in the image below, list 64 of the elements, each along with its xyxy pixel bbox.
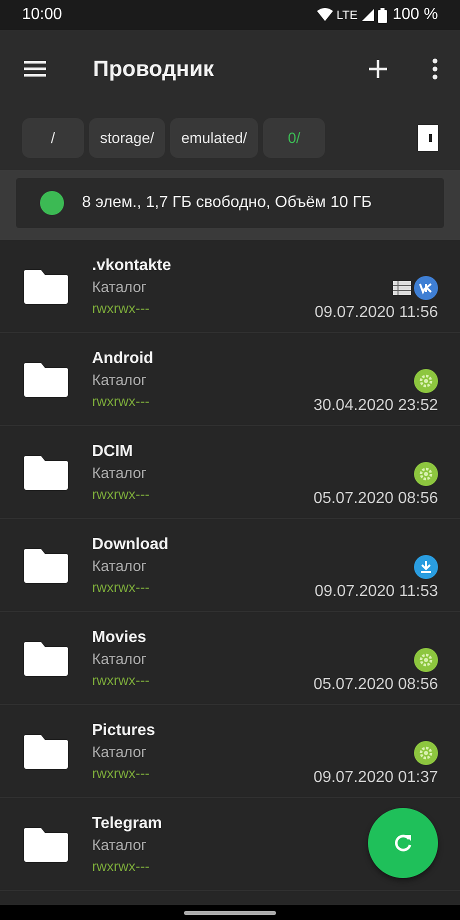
- path-chip[interactable]: storage/: [89, 118, 166, 158]
- permissions: rwxrwx---: [92, 300, 151, 316]
- folder-row[interactable]: Android Каталог rwxrwx--- 30.04.2020 23:52: [0, 333, 460, 426]
- wifi-icon: [316, 8, 332, 22]
- download-badge-icon: [414, 555, 438, 579]
- permissions: rwxrwx---: [92, 486, 150, 502]
- folder-name: Telegram: [92, 814, 162, 832]
- modified-date: 05.07.2020 08:56: [313, 490, 438, 508]
- modified-date: 09.07.2020 11:56: [314, 304, 438, 322]
- permissions: rwxrwx---: [92, 392, 151, 408]
- gear-badge-icon: [414, 462, 438, 486]
- path-chip[interactable]: 0/: [263, 118, 326, 158]
- modified-date: 09.07.2020 01:37: [313, 769, 438, 787]
- permissions: rwxrwx---: [92, 672, 150, 688]
- menu-icon[interactable]: [24, 60, 48, 78]
- clock-time: 10:00: [22, 6, 62, 24]
- vk-badge-icon: [414, 276, 438, 300]
- sd-card-icon[interactable]: [418, 125, 438, 151]
- folder-row[interactable]: Movies Каталог rwxrwx--- 05.07.2020 08:56: [0, 612, 460, 705]
- permissions: rwxrwx---: [92, 578, 151, 594]
- folder-icon: [24, 547, 68, 583]
- folder-name: .vkontakte: [92, 256, 172, 274]
- folder-row[interactable]: DCIM Каталог rwxrwx--- 05.07.2020 08:56: [0, 426, 460, 519]
- modified-date: 05.07.2020 08:56: [313, 676, 438, 694]
- home-handle[interactable]: [184, 910, 276, 914]
- folder-name: Movies: [92, 628, 148, 646]
- folder-name: Download: [92, 536, 168, 554]
- folder-icon: [24, 361, 68, 397]
- more-icon[interactable]: [432, 58, 438, 80]
- network-label: LTE: [336, 8, 358, 22]
- permissions: rwxrwx---: [92, 764, 151, 780]
- permissions: rwxrwx---: [92, 858, 151, 874]
- folder-type: Каталог: [92, 836, 148, 854]
- gear-badge-icon: [414, 369, 438, 393]
- path-chip[interactable]: emulated/: [170, 118, 258, 158]
- storage-summary: 8 элем., 1,7 ГБ свободно, Объём 10 ГБ: [82, 194, 372, 212]
- folder-row[interactable]: Pictures Каталог rwxrwx--- 09.07.2020 01:37: [0, 705, 460, 798]
- folder-row[interactable]: Download Каталог rwxrwx--- 09.07.2020 11:53: [0, 519, 460, 612]
- folder-icon: [24, 640, 68, 676]
- app-title: Проводник: [93, 56, 215, 82]
- folder-row[interactable]: .vkontakte Каталог rwxrwx--- 09.07.2020 11:56: [0, 240, 460, 333]
- signal-icon: [362, 9, 374, 21]
- folder-type: Каталог: [92, 278, 148, 296]
- list-icon: [393, 281, 411, 295]
- battery-percent: 100 %: [392, 6, 438, 24]
- path-chip[interactable]: /: [22, 118, 84, 158]
- gear-badge-icon: [414, 741, 438, 765]
- modified-date: 30.04.2020 23:52: [313, 397, 438, 415]
- folder-icon: [24, 454, 68, 490]
- folder-name: Android: [92, 350, 154, 368]
- battery-icon: [378, 8, 387, 22]
- folder-icon: [24, 733, 68, 769]
- folder-type: Каталог: [92, 558, 148, 574]
- folder-type: Каталог: [92, 650, 148, 668]
- folder-icon: [24, 268, 68, 304]
- folder-type: Каталог: [92, 372, 148, 388]
- folder-name: DCIM: [92, 442, 134, 460]
- gear-badge-icon: [414, 648, 438, 672]
- add-icon[interactable]: [368, 59, 388, 79]
- folder-type: Каталог: [92, 744, 148, 760]
- folder-name: Pictures: [92, 722, 156, 740]
- modified-date: 09.07.2020 11:53: [314, 583, 438, 601]
- folder-icon: [24, 826, 68, 862]
- folder-type: Каталог: [92, 464, 148, 482]
